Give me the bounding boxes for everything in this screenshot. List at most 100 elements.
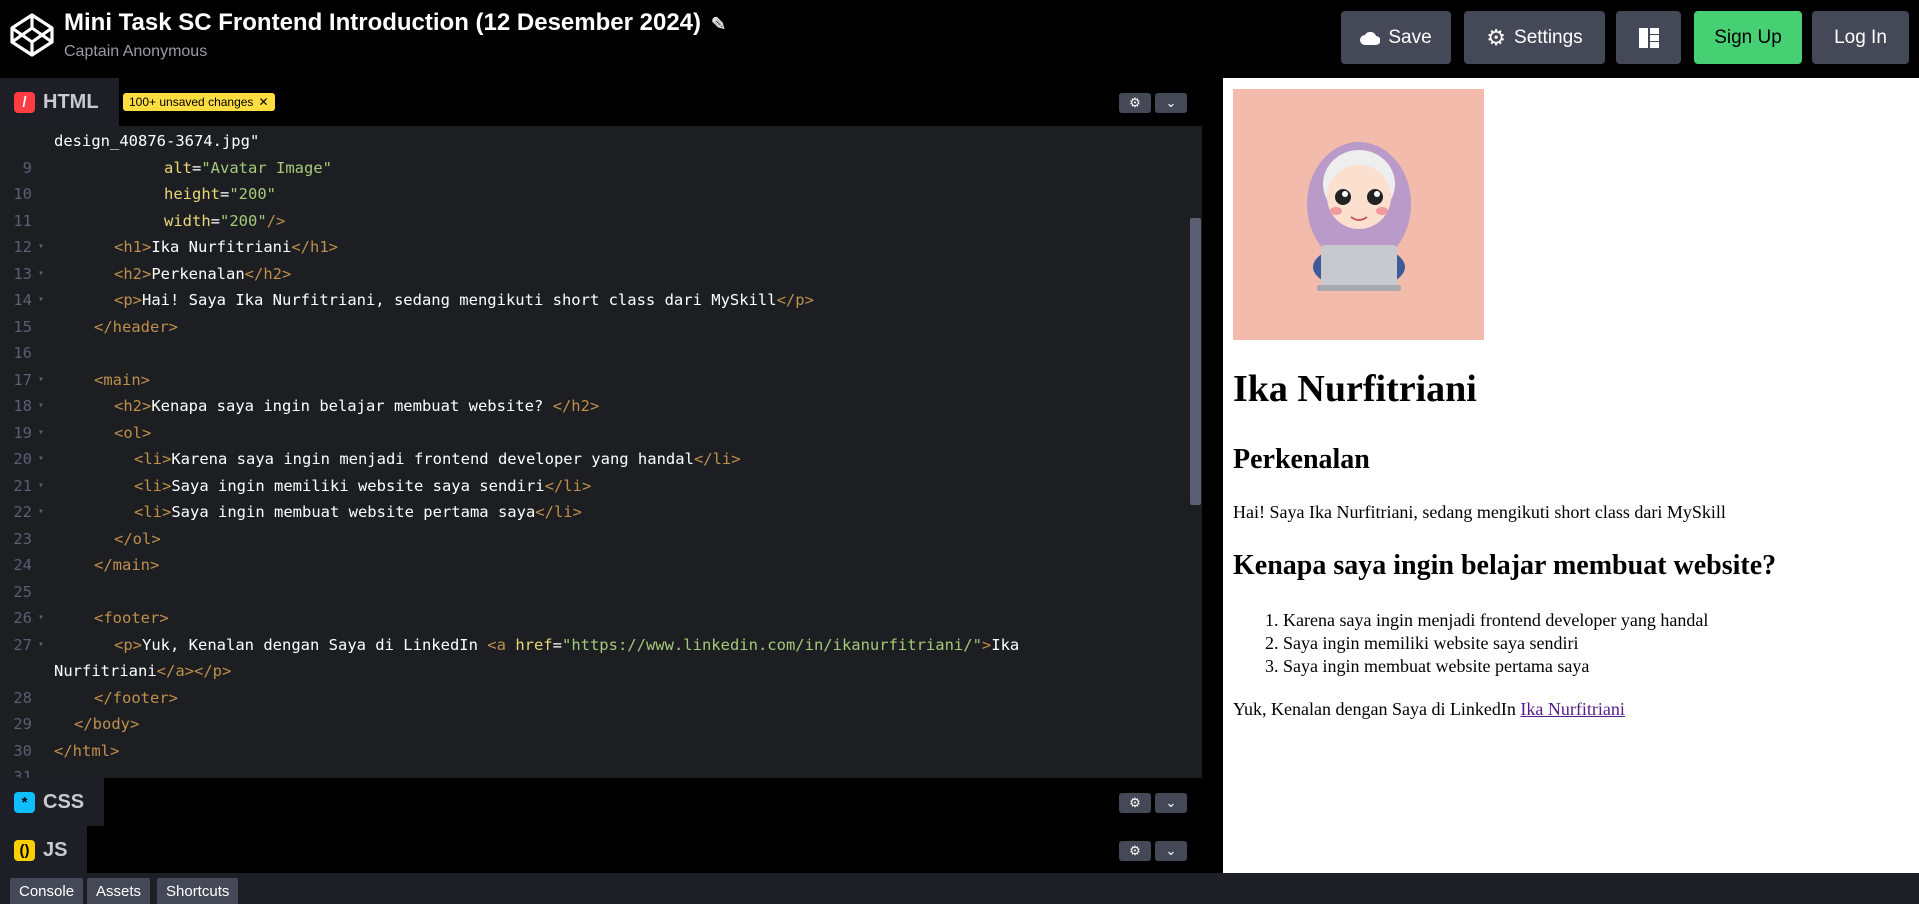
list-item: Karena saya ingin menjadi frontend devel… xyxy=(1283,609,1708,632)
fold-arrow-icon[interactable]: ▾ xyxy=(38,234,44,260)
fold-arrow-icon[interactable]: ▾ xyxy=(38,287,44,313)
sign-up-button[interactable]: Sign Up xyxy=(1694,11,1802,64)
pencil-edit-icon[interactable]: ✎ xyxy=(711,14,726,35)
html-settings-gear-icon[interactable]: ⚙ xyxy=(1119,93,1151,113)
code-line[interactable]: 25 xyxy=(0,579,1190,605)
code-line[interactable]: 29 </body> xyxy=(0,711,1190,737)
code-text: <li>Saya ingin memiliki website saya sen… xyxy=(134,476,592,495)
layout-icon xyxy=(1638,27,1659,48)
result-preview[interactable]: Ika Nurfitriani Perkenalan Hai! Saya Ika… xyxy=(1223,78,1919,873)
code-text: design_40876-3674.jpg" xyxy=(54,132,260,150)
code-line[interactable]: 30 </html> xyxy=(0,738,1190,764)
code-line[interactable]: 12 ▾ <h1>Ika Nurfitriani</h1> xyxy=(0,234,1190,260)
console-button[interactable]: Console xyxy=(10,878,84,904)
unsaved-changes-text: 100+ unsaved changes xyxy=(129,95,254,109)
preview-reasons-list: Karena saya ingin menjadi frontend devel… xyxy=(1283,609,1708,678)
code-text: </html> xyxy=(54,741,120,760)
code-line[interactable]: 24 </main> xyxy=(0,552,1190,578)
fold-arrow-icon[interactable]: ▾ xyxy=(38,261,44,287)
fold-arrow-icon[interactable]: ▾ xyxy=(38,499,44,525)
tab-css[interactable]: * CSS xyxy=(0,778,105,826)
code-line[interactable]: 28 </footer> xyxy=(0,685,1190,711)
js-braces-icon: () xyxy=(14,839,35,861)
line-number: 22 xyxy=(13,503,32,521)
code-line[interactable]: 31 xyxy=(0,764,1190,778)
settings-button[interactable]: ⚙ Settings xyxy=(1464,11,1605,64)
code-line[interactable]: 27 ▾ <p>Yuk, Kenalan dengan Saya di Linked… xyxy=(0,632,1190,658)
fold-arrow-icon[interactable]: ▾ xyxy=(38,632,44,658)
unsaved-changes-badge[interactable]: 100+ unsaved changes ✕ xyxy=(123,93,275,111)
code-line[interactable]: 15 </header> xyxy=(0,314,1190,340)
line-number: 13 xyxy=(13,264,32,283)
line-number: 29 xyxy=(13,715,32,733)
assets-button[interactable]: Assets xyxy=(87,878,151,904)
code-line[interactable]: 22 ▾ <li>Saya ingin membuat website pertam… xyxy=(0,499,1190,525)
line-number: 16 xyxy=(13,344,32,362)
code-text: <h2>Kenapa saya ingin belajar membuat we… xyxy=(114,397,600,415)
codepen-logo-icon[interactable] xyxy=(9,12,55,58)
fold-arrow-icon[interactable]: ▾ xyxy=(38,393,44,419)
code-text: width="200"/> xyxy=(164,211,286,230)
html-pane-header: / HTML 100+ unsaved changes ✕ ⚙ ⌄ xyxy=(0,78,1202,126)
code-line[interactable]: Nurfitriani</a></p> xyxy=(0,658,1190,684)
css-asterisk-icon: * xyxy=(14,791,35,813)
pen-title[interactable]: Mini Task SC Frontend Introduction (12 D… xyxy=(64,9,726,37)
line-number: 24 xyxy=(13,556,32,574)
settings-button-label: Settings xyxy=(1514,26,1583,48)
code-line[interactable]: 13 ▾ <h2>Perkenalan</h2> xyxy=(0,261,1190,287)
bottom-bar: Console Assets Shortcuts xyxy=(0,873,1919,904)
fold-arrow-icon[interactable]: ▾ xyxy=(38,367,44,393)
line-number: 10 xyxy=(13,185,32,203)
line-number: 26 xyxy=(13,609,32,627)
fold-arrow-icon[interactable]: ▾ xyxy=(38,420,44,446)
top-bar: Mini Task SC Frontend Introduction (12 D… xyxy=(0,0,1919,78)
fold-arrow-icon[interactable]: ▾ xyxy=(38,473,44,499)
code-line[interactable]: 20 ▾ <li>Karena saya ingin menjadi fronten… xyxy=(0,446,1190,472)
shortcuts-button[interactable]: Shortcuts xyxy=(157,878,239,904)
tab-html[interactable]: / HTML xyxy=(0,78,119,126)
line-number: 15 xyxy=(13,317,32,336)
code-text: <h2>Perkenalan</h2> xyxy=(114,264,292,283)
line-number: 17 xyxy=(13,370,32,389)
css-chevron-down-icon[interactable]: ⌄ xyxy=(1155,793,1187,813)
code-line[interactable]: 16 xyxy=(0,340,1190,366)
editor-column: / HTML 100+ unsaved changes ✕ ⚙ ⌄ design… xyxy=(0,78,1202,874)
code-line[interactable]: 18 ▾ <h2>Kenapa saya ingin belajar membuat… xyxy=(0,393,1190,419)
js-chevron-down-icon[interactable]: ⌄ xyxy=(1155,841,1187,861)
code-line[interactable]: 26 ▾ <footer> xyxy=(0,605,1190,631)
html-chevron-down-icon[interactable]: ⌄ xyxy=(1155,93,1187,113)
tab-html-label: HTML xyxy=(43,90,99,113)
change-view-button[interactable] xyxy=(1616,11,1681,64)
code-line[interactable]: 19 ▾ <ol> xyxy=(0,420,1190,446)
code-line[interactable]: design_40876-3674.jpg" xyxy=(0,128,1190,154)
js-settings-gear-icon[interactable]: ⚙ xyxy=(1119,841,1151,861)
fold-arrow-icon[interactable]: ▾ xyxy=(38,446,44,472)
tab-js[interactable]: () JS xyxy=(0,826,88,874)
code-line[interactable]: 17 ▾ <main> xyxy=(0,367,1190,393)
preview-heading-intro: Perkenalan xyxy=(1233,444,1370,475)
code-line[interactable]: 21 ▾ <li>Saya ingin memiliki website saya … xyxy=(0,473,1190,499)
code-text: <li>Karena saya ingin menjadi frontend d… xyxy=(134,450,741,468)
code-text: <li>Saya ingin membuat website pertama s… xyxy=(134,503,582,521)
code-text: Nurfitriani</a></p> xyxy=(54,662,232,680)
code-line[interactable]: 11 width="200"/> xyxy=(0,208,1190,234)
html-code-editor[interactable]: design_40876-3674.jpg" 9 alt="Avatar Image… xyxy=(0,126,1202,778)
close-icon[interactable]: ✕ xyxy=(258,95,268,109)
linkedin-link[interactable]: Ika Nurfitriani xyxy=(1520,699,1624,719)
code-text: <p>Hai! Saya Ika Nurfitriani, sedang men… xyxy=(114,291,814,309)
code-text: alt="Avatar Image" xyxy=(164,158,332,177)
log-in-button[interactable]: Log In xyxy=(1812,11,1909,64)
code-text: <ol> xyxy=(114,423,152,442)
line-number: 14 xyxy=(13,291,32,309)
code-line[interactable]: 9 alt="Avatar Image" xyxy=(0,155,1190,181)
line-number: 12 xyxy=(13,238,32,256)
code-line[interactable]: 23 </ol> xyxy=(0,526,1190,552)
save-button[interactable]: Save xyxy=(1341,11,1451,64)
fold-arrow-icon[interactable]: ▾ xyxy=(38,605,44,631)
line-number: 19 xyxy=(13,423,32,442)
code-line[interactable]: 10 height="200" xyxy=(0,181,1190,207)
code-line[interactable]: 14 ▾ <p>Hai! Saya Ika Nurfitriani, sedang … xyxy=(0,287,1190,313)
css-settings-gear-icon[interactable]: ⚙ xyxy=(1119,793,1151,813)
editor-scrollbar[interactable] xyxy=(1190,218,1201,505)
line-number: 9 xyxy=(22,158,32,177)
